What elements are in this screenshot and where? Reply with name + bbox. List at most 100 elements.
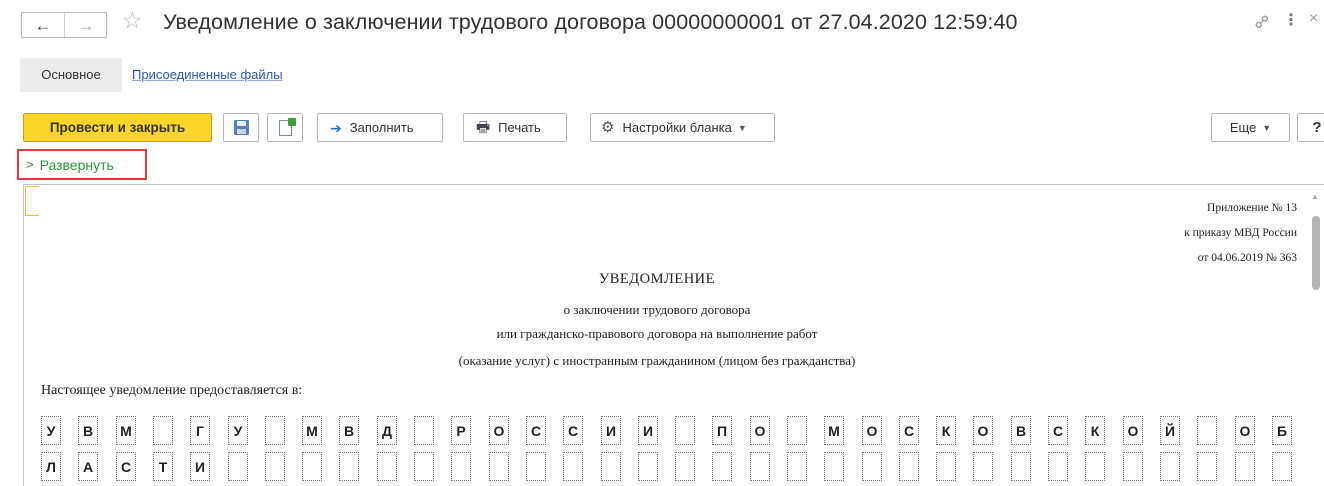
letter-cell[interactable] (936, 452, 956, 481)
post-and-close-button[interactable]: Провести и закрыть (23, 113, 212, 142)
letter-cell[interactable]: Л (41, 452, 61, 481)
more-vertical-icon[interactable]: ⋮ (1283, 10, 1299, 30)
letter-cell[interactable] (712, 452, 732, 481)
letter-cell[interactable] (675, 416, 695, 445)
printer-icon: 🖶 (476, 119, 491, 136)
expand-link[interactable]: > Развернуть (17, 149, 147, 180)
letter-cell[interactable]: Р (451, 416, 471, 445)
letter-cell[interactable] (973, 452, 993, 481)
letter-cell[interactable] (787, 416, 807, 445)
letter-cell[interactable] (1048, 452, 1068, 481)
letter-cell[interactable] (1197, 416, 1217, 445)
letter-cell[interactable] (1197, 452, 1217, 481)
active-cell-cursor (25, 186, 39, 216)
letter-cell[interactable]: С (116, 452, 136, 481)
navigation-buttons: ← → (21, 12, 107, 38)
letter-cell[interactable] (414, 416, 434, 445)
letter-cell[interactable]: В (1011, 416, 1031, 445)
tab-main[interactable]: Основное (20, 58, 122, 92)
letter-cell[interactable]: М (824, 416, 844, 445)
tab-attached-files[interactable]: Присоединенные файлы (132, 58, 283, 92)
close-icon[interactable]: × (1309, 10, 1318, 28)
favorite-star-icon[interactable]: ☆ (122, 9, 143, 32)
title-bar: ← → ☆ Уведомление о заключении трудового… (0, 0, 1324, 48)
letter-cell[interactable] (414, 452, 434, 481)
appendix-line: к приказу МВД России (1184, 227, 1297, 239)
letter-cell[interactable]: У (41, 416, 61, 445)
letter-cell[interactable]: С (1048, 416, 1068, 445)
letter-cell[interactable]: Д (377, 416, 397, 445)
document-heading: УВЕДОМЛЕНИЕ (598, 271, 716, 287)
letter-cell[interactable] (451, 452, 471, 481)
letter-cell[interactable] (153, 416, 173, 445)
letter-cell[interactable]: К (1085, 416, 1105, 445)
letter-cell[interactable] (265, 416, 285, 445)
letter-cell[interactable] (489, 452, 509, 481)
letter-cell[interactable] (526, 452, 546, 481)
letter-cell[interactable] (265, 452, 285, 481)
letter-cell[interactable] (899, 452, 919, 481)
letter-cell[interactable] (1123, 452, 1143, 481)
back-arrow-icon[interactable]: ← (22, 13, 65, 37)
letter-cell[interactable]: О (750, 416, 770, 445)
letter-cell[interactable] (862, 452, 882, 481)
letter-cell[interactable]: Г (190, 416, 210, 445)
forward-arrow-icon[interactable]: → (65, 13, 107, 37)
more-button[interactable]: Еще ▼ (1211, 113, 1290, 142)
document-spreadsheet[interactable]: Приложение № 13 к приказу МВД России от … (23, 184, 1324, 486)
letter-cell[interactable] (302, 452, 322, 481)
scroll-up-arrow-icon[interactable]: ▲ (1311, 192, 1319, 201)
save-button[interactable] (223, 113, 259, 142)
letter-cell[interactable] (1272, 452, 1292, 481)
save-icon (233, 120, 249, 135)
letter-cell[interactable] (787, 452, 807, 481)
fill-button[interactable]: ➔ Заполнить (317, 113, 443, 142)
letter-cell[interactable]: В (78, 416, 98, 445)
letter-cell[interactable] (1085, 452, 1105, 481)
letter-cell[interactable]: М (116, 416, 136, 445)
letter-cell[interactable]: О (1235, 416, 1255, 445)
letter-cell[interactable]: Т (153, 452, 173, 481)
print-button[interactable]: 🖶 Печать (463, 113, 567, 142)
letter-cell[interactable]: М (302, 416, 322, 445)
letter-cell[interactable]: У (228, 416, 248, 445)
letter-cell[interactable]: О (862, 416, 882, 445)
letter-cell[interactable] (563, 452, 583, 481)
letter-cell[interactable]: О (1123, 416, 1143, 445)
letter-cell[interactable]: В (339, 416, 359, 445)
letter-cell[interactable]: И (638, 416, 658, 445)
help-button[interactable]: ? (1297, 113, 1324, 142)
letter-cell[interactable]: А (78, 452, 98, 481)
letter-cell[interactable] (228, 452, 248, 481)
letter-cell[interactable]: С (899, 416, 919, 445)
chevron-right-icon: > (26, 157, 34, 172)
letter-cell[interactable] (675, 452, 695, 481)
letter-cell[interactable] (377, 452, 397, 481)
scrollbar-thumb[interactable] (1312, 216, 1320, 290)
letter-cell[interactable]: П (712, 416, 732, 445)
letter-cell[interactable]: С (563, 416, 583, 445)
form-settings-button[interactable]: ⚙ Настройки бланка ▼ (590, 113, 775, 142)
vertical-scrollbar[interactable]: ▲ (1309, 192, 1323, 486)
letter-cell[interactable] (601, 452, 621, 481)
chevron-down-icon: ▼ (737, 122, 747, 133)
letter-cell[interactable] (638, 452, 658, 481)
letter-cell[interactable] (824, 452, 844, 481)
chevron-down-icon: ▼ (1262, 122, 1272, 133)
letter-cell[interactable] (1235, 452, 1255, 481)
letter-cell[interactable] (1160, 452, 1180, 481)
letter-cell[interactable]: Б (1272, 416, 1292, 445)
letter-cell[interactable] (339, 452, 359, 481)
letter-cell[interactable] (750, 452, 770, 481)
print-button-label: Печать (498, 120, 541, 135)
letter-cell[interactable]: И (601, 416, 621, 445)
letter-cell[interactable]: О (489, 416, 509, 445)
post-document-button[interactable] (267, 113, 303, 142)
letter-cell[interactable] (1011, 452, 1031, 481)
letter-cell[interactable]: И (190, 452, 210, 481)
letter-cell[interactable]: О (973, 416, 993, 445)
letter-cell[interactable]: К (936, 416, 956, 445)
letter-cell[interactable]: С (526, 416, 546, 445)
link-icon[interactable]: ⚯ (1250, 10, 1276, 36)
letter-cell[interactable]: Й (1160, 416, 1180, 445)
